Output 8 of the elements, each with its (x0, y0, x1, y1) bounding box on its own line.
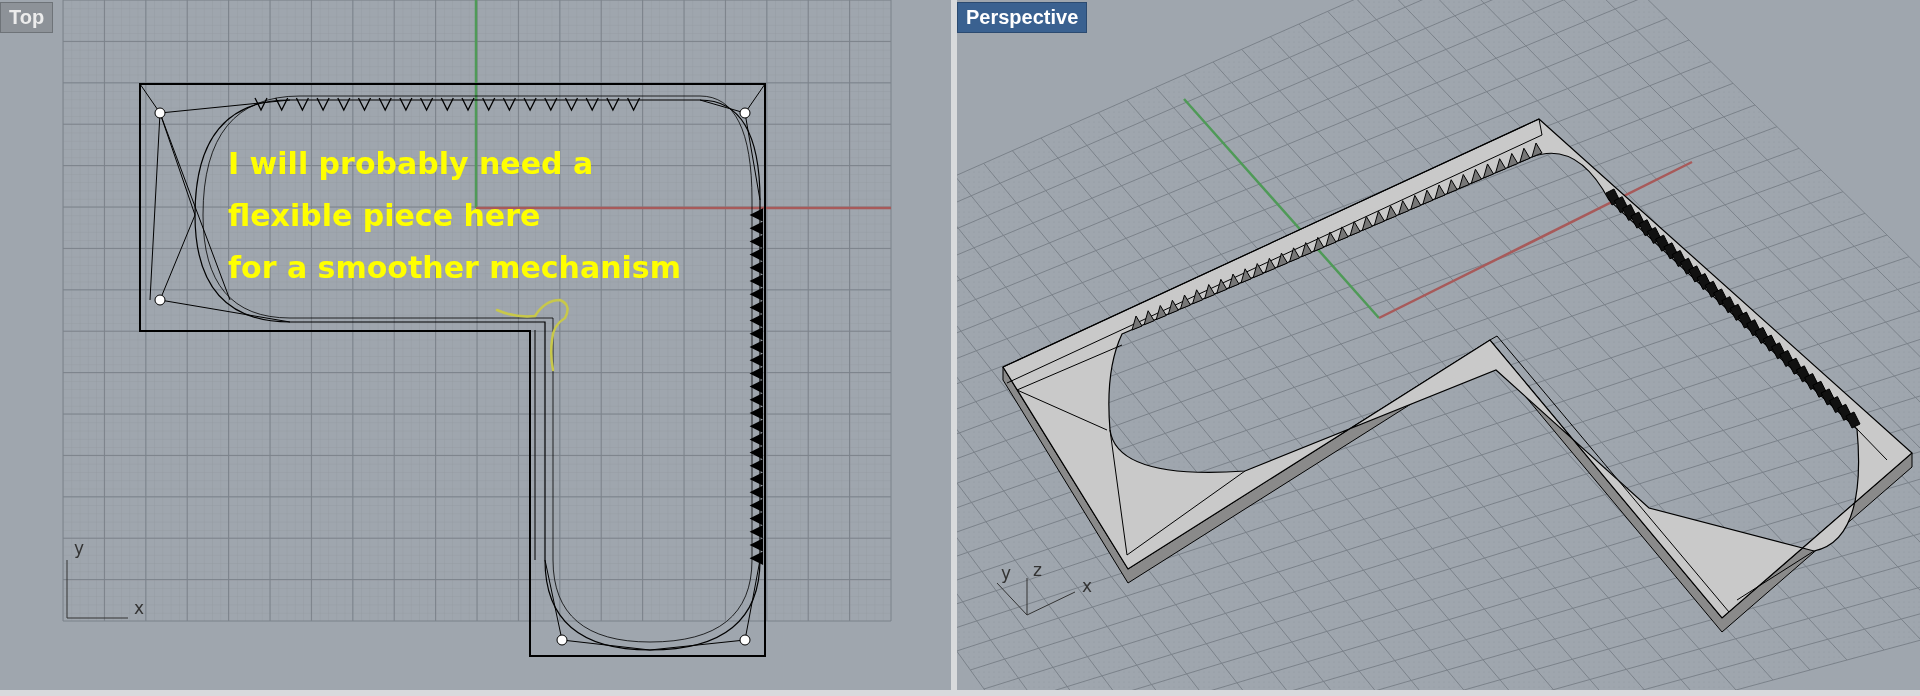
axis-label: y (1001, 565, 1012, 582)
axis-label: x (1082, 578, 1093, 595)
axis-label: x (134, 600, 145, 617)
axis-label: z (1033, 562, 1042, 579)
axis-icon (66, 559, 129, 619)
annotation-text: I will probably need a flexible piece here for a smoother mechanism (228, 145, 681, 287)
viewport-tab[interactable]: Perspective (957, 2, 1088, 33)
axis-label: y (74, 540, 85, 557)
